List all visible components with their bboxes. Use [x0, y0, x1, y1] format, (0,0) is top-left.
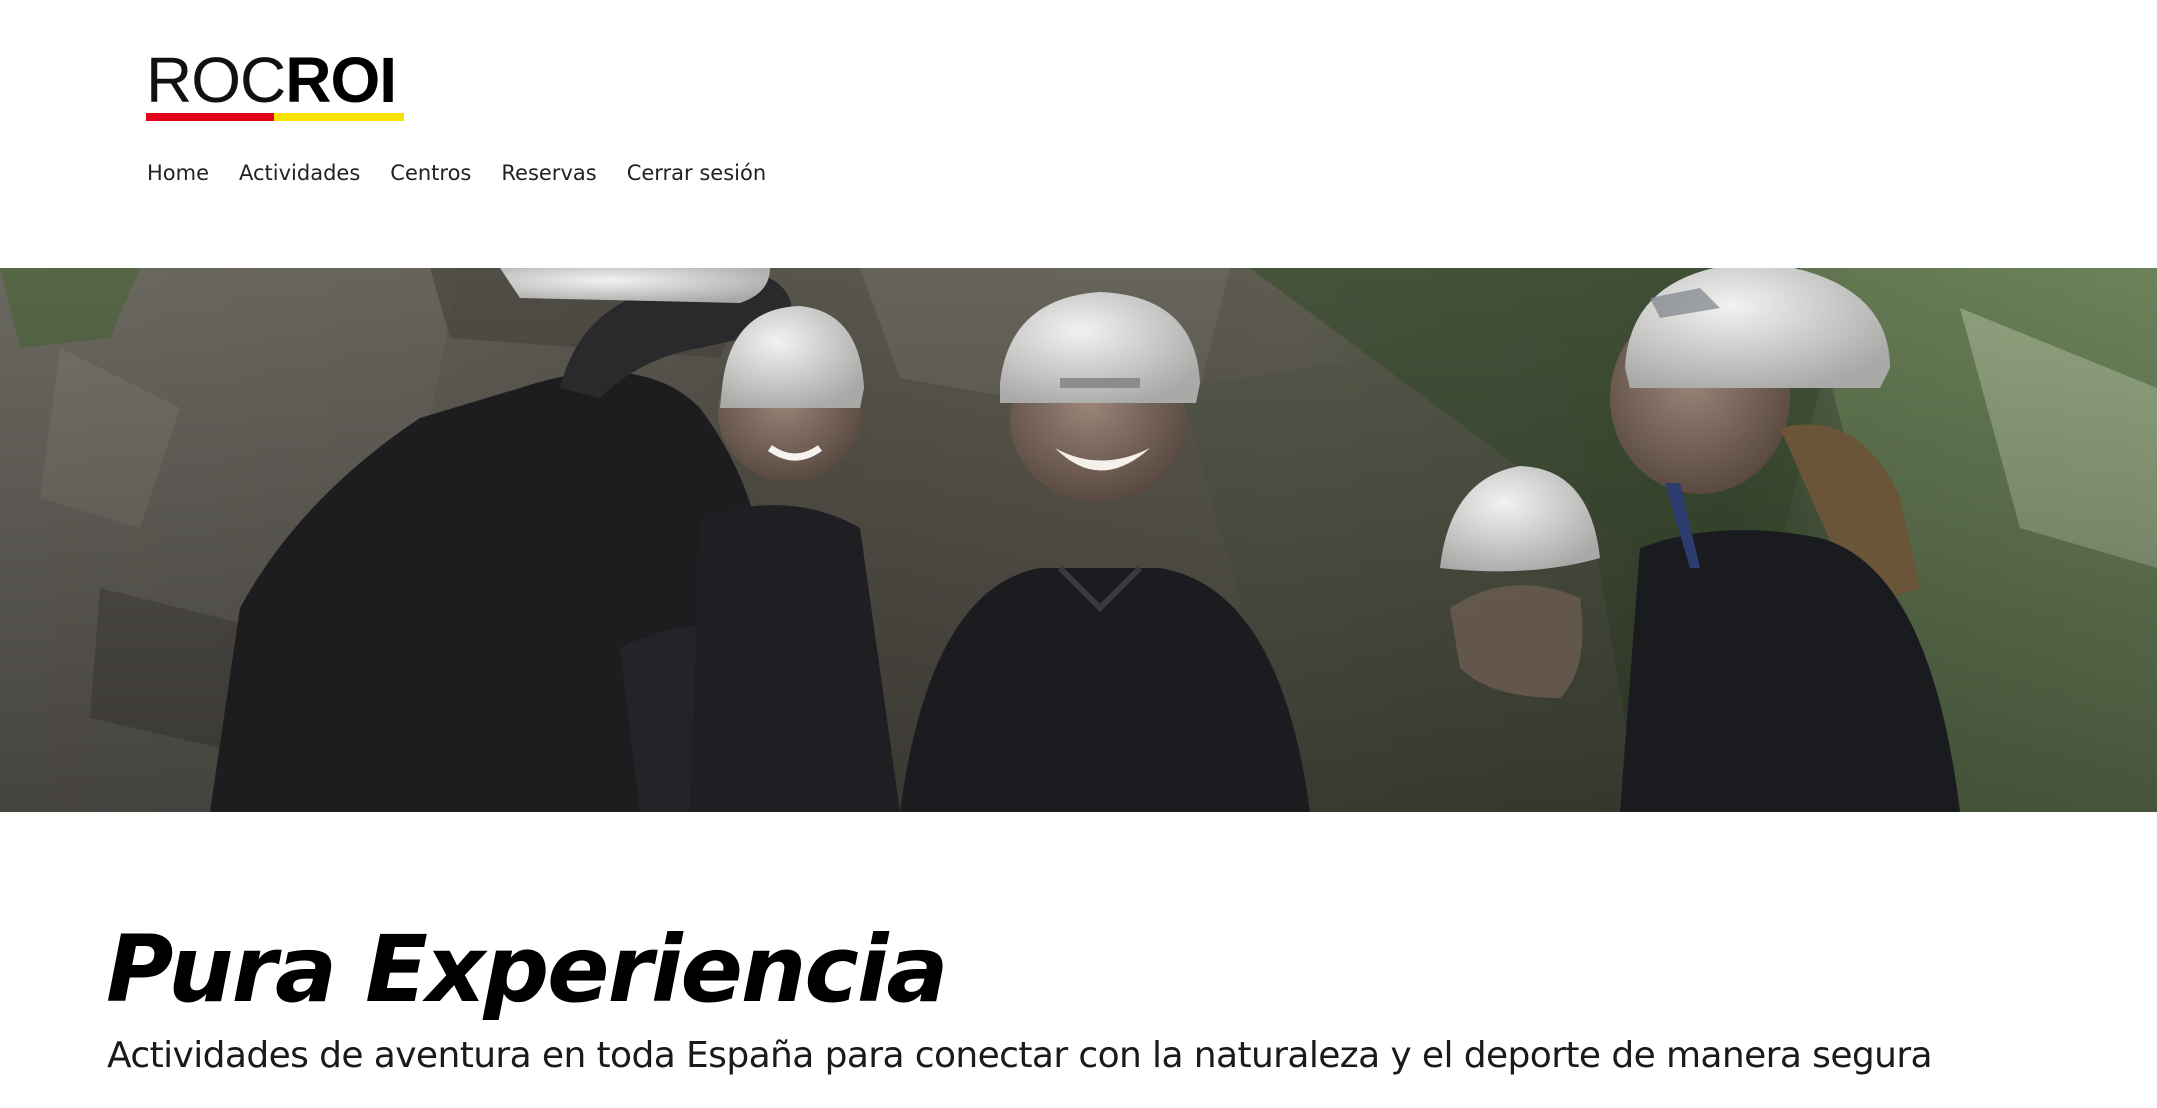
nav-item-home[interactable]: Home [147, 156, 209, 190]
nav-item-reservas[interactable]: Reservas [501, 156, 596, 190]
page-headline: Pura Experiencia [106, 916, 949, 1023]
nav-item-centros[interactable]: Centros [390, 156, 471, 190]
rocroi-logo[interactable]: ROC ROI [146, 44, 406, 124]
logo-color-bar [146, 113, 404, 121]
main-nav: Home Actividades Centros Reservas Cerrar… [147, 156, 796, 190]
logo-text-roi: ROI [285, 44, 397, 116]
nav-item-cerrar-sesion[interactable]: Cerrar sesión [627, 156, 766, 190]
site-header: ROC ROI Home Actividades Centros Reservas… [0, 0, 2157, 268]
logo-bar-yellow [274, 113, 404, 121]
hero-banner [0, 268, 2157, 812]
hero-image [0, 268, 2157, 812]
nav-item-actividades[interactable]: Actividades [239, 156, 360, 190]
logo-wordmark: ROC ROI [146, 44, 397, 116]
logo-bar-red [146, 113, 274, 121]
logo-text-roc: ROC [146, 44, 286, 116]
page-subheadline: Actividades de aventura en toda España p… [107, 1035, 1933, 1076]
